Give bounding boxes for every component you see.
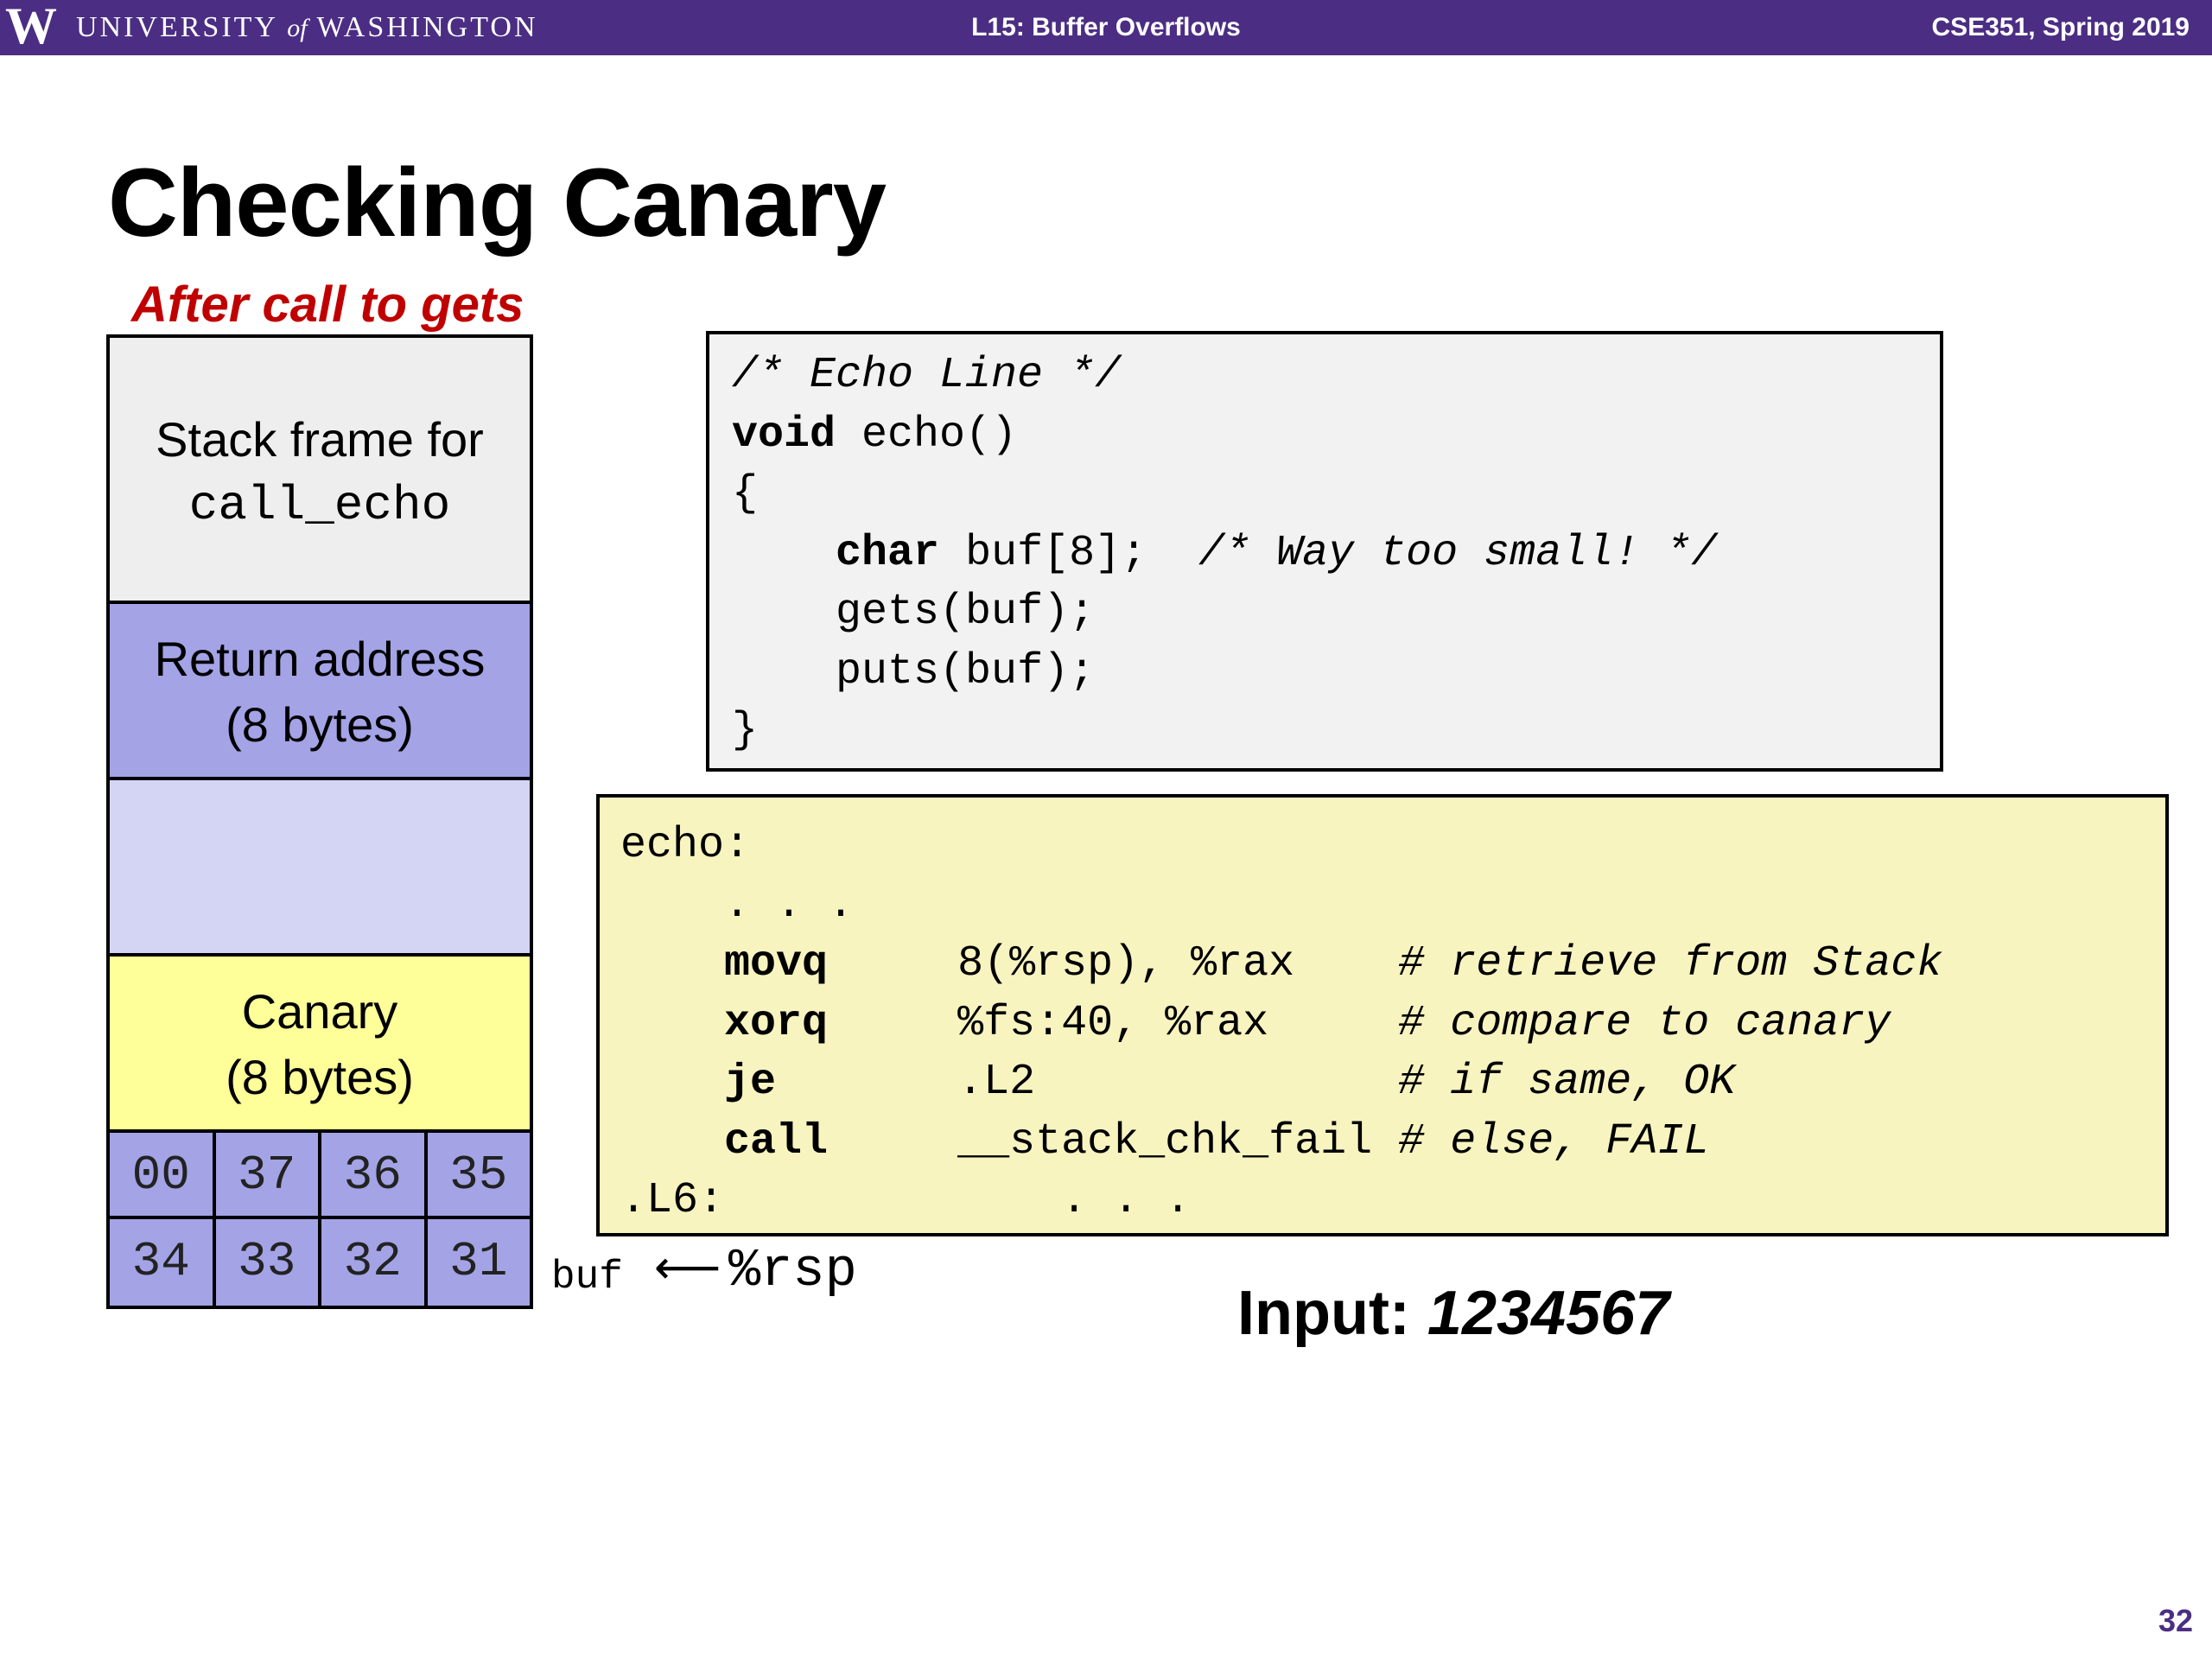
buffer-byte: 32 [318, 1216, 428, 1309]
stack-frame-label: Stack frame for [156, 412, 484, 467]
c-code-box: /* Echo Line */ void echo() { char buf[8… [706, 331, 1943, 772]
buffer-byte: 33 [212, 1216, 321, 1309]
slide-subtitle: After call to gets [131, 276, 524, 333]
canary-label: Canary [241, 984, 398, 1039]
c-code: /* Echo Line */ void echo() { char buf[8… [732, 351, 1718, 755]
buf-label: buf [551, 1255, 623, 1300]
assembly-code-box: echo: . . . movq 8(%rsp), %rax # retriev… [596, 794, 2169, 1236]
buffer-byte: 36 [318, 1129, 428, 1221]
rsp-label: %rsp [728, 1240, 857, 1301]
stack-empty-slot [106, 777, 533, 957]
input-value: Input: 1234567 [1237, 1279, 1670, 1348]
left-arrow-icon: ⟵ [654, 1242, 721, 1294]
buffer-byte: 34 [106, 1216, 216, 1309]
canary-size: (8 bytes) [226, 1050, 414, 1104]
buffer-row-lower: 34 33 32 31 [106, 1216, 533, 1309]
return-address-label: Return address [154, 632, 486, 686]
assembly-code: echo: . . . movq 8(%rsp), %rax # retriev… [620, 821, 1943, 1225]
stack-return-address: Return address (8 bytes) [106, 601, 533, 780]
buffer-row-upper: 00 37 36 35 [106, 1129, 533, 1221]
course-title: CSE351, Spring 2019 [1931, 13, 2190, 41]
buffer-byte: 35 [423, 1129, 533, 1221]
stack-frame-function: call_echo [188, 478, 451, 533]
uw-logo: W [5, 0, 57, 54]
lecture-title: L15: Buffer Overflows [971, 13, 1241, 41]
stack-canary: Canary (8 bytes) [106, 953, 533, 1133]
buffer-byte: 37 [212, 1129, 321, 1221]
page-number: 32 [2158, 1603, 2193, 1638]
university-name: UNIVERSITY of WASHINGTON [76, 11, 538, 43]
buffer-byte: 31 [423, 1216, 533, 1309]
return-address-size: (8 bytes) [226, 697, 414, 752]
buffer-byte: 00 [106, 1129, 216, 1221]
slide-title: Checking Canary [108, 149, 887, 257]
stack-frame-call-echo: Stack frame for call_echo [106, 334, 533, 604]
